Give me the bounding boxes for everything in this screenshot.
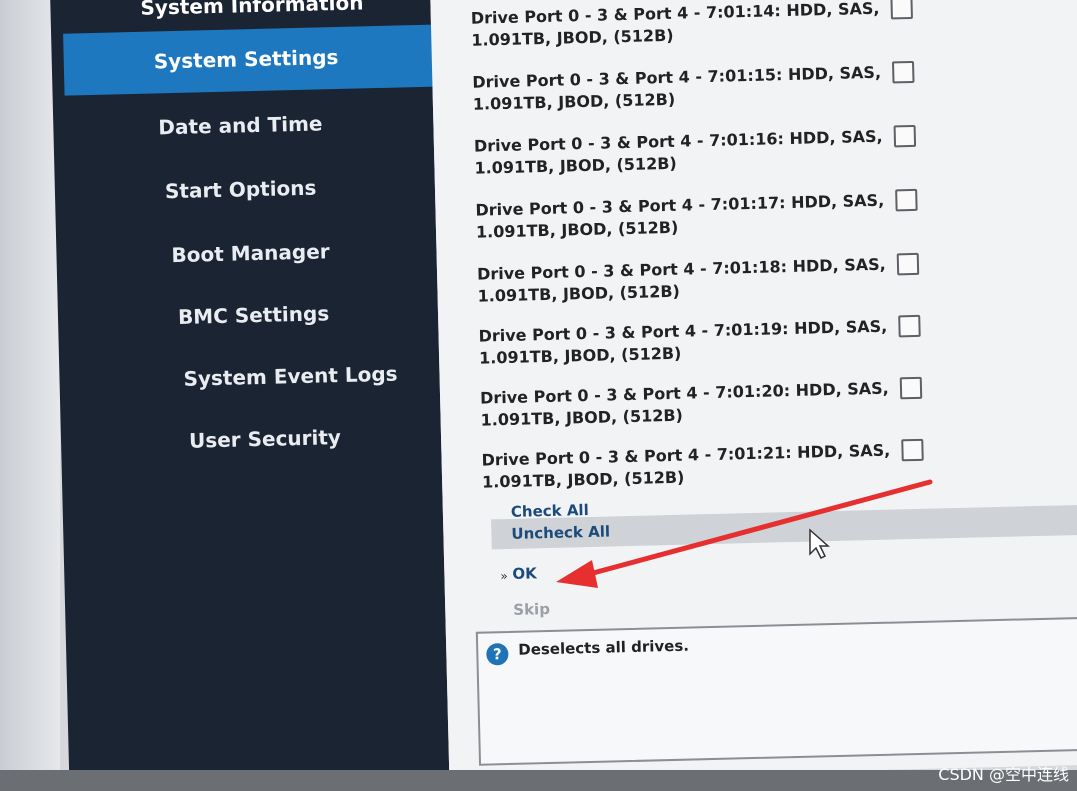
annotation-arrow-icon [556, 479, 933, 588]
bezel-bottom [0, 770, 1077, 791]
mouse-cursor-icon [809, 528, 830, 560]
watermark: CSDN @空中连线 [938, 765, 1069, 784]
